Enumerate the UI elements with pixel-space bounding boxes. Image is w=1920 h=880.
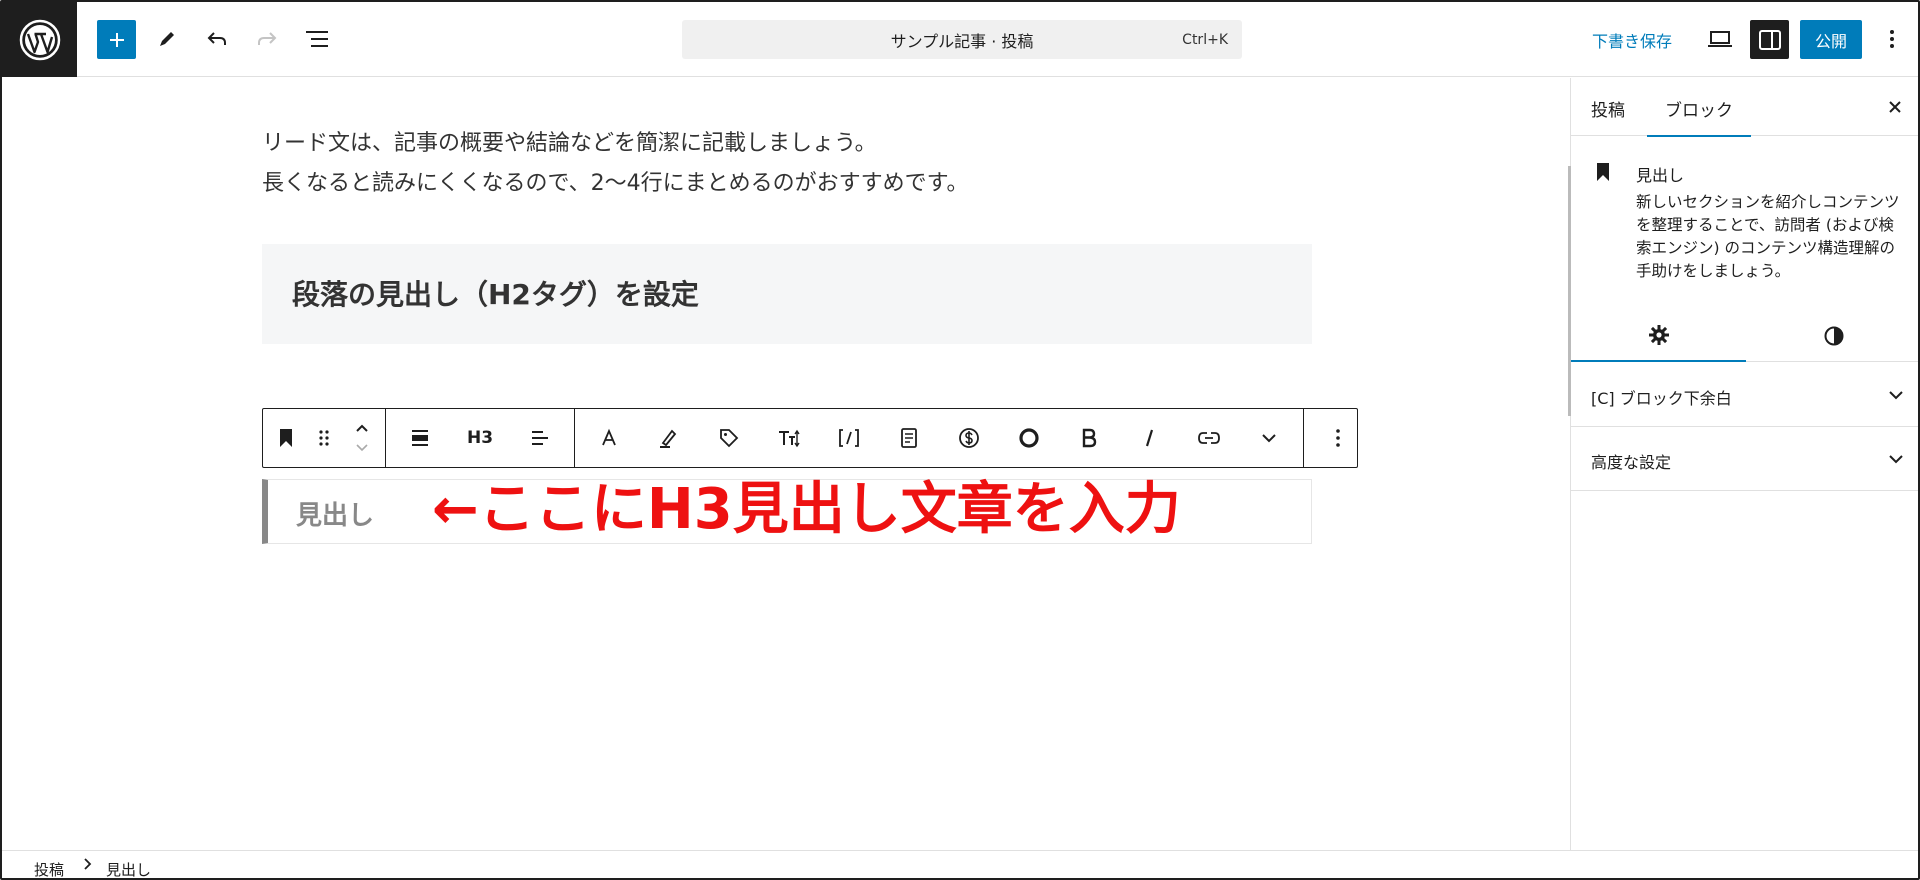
tools-pencil-icon[interactable] <box>147 19 187 59</box>
dollar-coin-icon[interactable] <box>939 410 999 466</box>
circle-icon[interactable] <box>999 410 1059 466</box>
breadcrumb-post[interactable]: 投稿 <box>34 859 64 878</box>
panel-block-bottom-margin-label: [C] ブロック下余白 <box>1591 389 1732 408</box>
bold-icon[interactable] <box>1059 410 1119 466</box>
h2-heading-text: 段落の見出し（H2タグ）を設定 <box>292 278 699 311</box>
block-toolbar-group-options <box>1304 409 1372 467</box>
lead-paragraph[interactable]: リード文は、記事の概要や結論などを簡潔に記載しましょう。 長くなると読みにくくな… <box>262 124 968 204</box>
preview-laptop-icon[interactable] <box>1700 19 1740 59</box>
top-bar: サンプル記事 · 投稿 Ctrl+K 下書き保存 公開 <box>2 2 1918 77</box>
undo-icon[interactable] <box>197 19 237 59</box>
annotation-text: ←ここにH3見出し文章を入力 <box>432 477 1181 542</box>
document-overview-icon[interactable] <box>297 19 337 59</box>
more-rich-text-chevron-down-icon[interactable] <box>1239 410 1299 466</box>
panel-advanced[interactable]: 高度な設定 <box>1571 427 1918 491</box>
add-block-button[interactable] <box>97 20 136 59</box>
block-card-description: 新しいセクションを紹介しコンテンツを整理することで、訪問者 (および検索エンジン… <box>1636 193 1900 280</box>
heading-block-icon[interactable] <box>267 410 305 466</box>
tab-post[interactable]: 投稿 <box>1591 96 1625 121</box>
align-wide-icon[interactable] <box>390 410 450 466</box>
move-up-down-icon[interactable] <box>343 410 381 466</box>
tab-block[interactable]: ブロック <box>1647 96 1751 137</box>
link-icon[interactable] <box>1179 410 1239 466</box>
settings-sidebar-toggle-icon[interactable] <box>1750 20 1789 59</box>
editor-canvas: リード文は、記事の概要や結論などを簡潔に記載しましょう。 長くなると読みにくくな… <box>2 78 1570 850</box>
text-align-left-icon[interactable] <box>510 410 570 466</box>
drag-handle-icon[interactable] <box>305 410 343 466</box>
panel-block-bottom-margin[interactable]: [C] ブロック下余白 <box>1571 363 1918 427</box>
wordpress-logo-icon[interactable] <box>2 2 77 77</box>
shortcode-icon[interactable] <box>819 410 879 466</box>
styles-contrast-icon[interactable] <box>1746 310 1918 362</box>
heading-level-button[interactable]: H3 <box>450 410 510 466</box>
block-card-title: 見出し <box>1636 166 1685 185</box>
heading-bookmark-icon <box>1595 162 1611 186</box>
sidebar-tabs: 投稿 ブロック <box>1571 78 1918 137</box>
block-toolbar: H3 <box>262 408 1358 468</box>
settings-sidebar: 投稿 ブロック 見出し 新しいセクションを紹介しコンテンツを整理することで、訪問… <box>1568 78 1918 850</box>
lead-line-2: 長くなると読みにくくなるので、2〜4行にまとめるのがおすすめです。 <box>262 171 969 196</box>
block-toolbar-group-parent <box>263 409 386 467</box>
publish-button[interactable]: 公開 <box>1800 20 1862 59</box>
command-palette-button[interactable]: サンプル記事 · 投稿 Ctrl+K <box>682 20 1242 59</box>
chevron-down-icon <box>1888 449 1904 468</box>
h2-heading-block[interactable]: 段落の見出し（H2タグ）を設定 <box>262 244 1312 344</box>
redo-icon[interactable] <box>247 19 287 59</box>
italic-icon[interactable] <box>1119 410 1179 466</box>
command-shortcut: Ctrl+K <box>1182 32 1228 48</box>
document-icon[interactable] <box>879 410 939 466</box>
editor-window: サンプル記事 · 投稿 Ctrl+K 下書き保存 公開 リード文は、記事の概要や… <box>0 0 1920 880</box>
block-inspector-tabs <box>1571 310 1918 362</box>
block-toolbar-group-heading: H3 <box>386 409 575 467</box>
font-a-icon[interactable] <box>579 410 639 466</box>
block-toolbar-group-format <box>575 409 1304 467</box>
lead-line-1: リード文は、記事の概要や結論などを簡潔に記載しましょう。 <box>262 131 877 156</box>
breadcrumb: 投稿 見出し <box>2 850 1918 878</box>
tag-icon[interactable] <box>699 410 759 466</box>
command-title: サンプル記事 · 投稿 <box>890 31 1034 51</box>
close-icon[interactable] <box>1880 92 1910 122</box>
options-more-vertical-icon[interactable] <box>1874 19 1910 59</box>
breadcrumb-heading[interactable]: 見出し <box>106 859 151 878</box>
save-draft-button[interactable]: 下書き保存 <box>1592 28 1672 52</box>
highlight-pen-icon[interactable] <box>639 410 699 466</box>
panel-advanced-label: 高度な設定 <box>1591 453 1672 472</box>
settings-gear-icon[interactable] <box>1571 310 1746 362</box>
chevron-right-icon <box>82 857 92 875</box>
font-size-icon[interactable] <box>759 410 819 466</box>
block-options-more-vertical-icon[interactable] <box>1308 410 1368 466</box>
chevron-down-icon <box>1888 385 1904 404</box>
h3-heading-placeholder: 見出し <box>296 501 375 531</box>
